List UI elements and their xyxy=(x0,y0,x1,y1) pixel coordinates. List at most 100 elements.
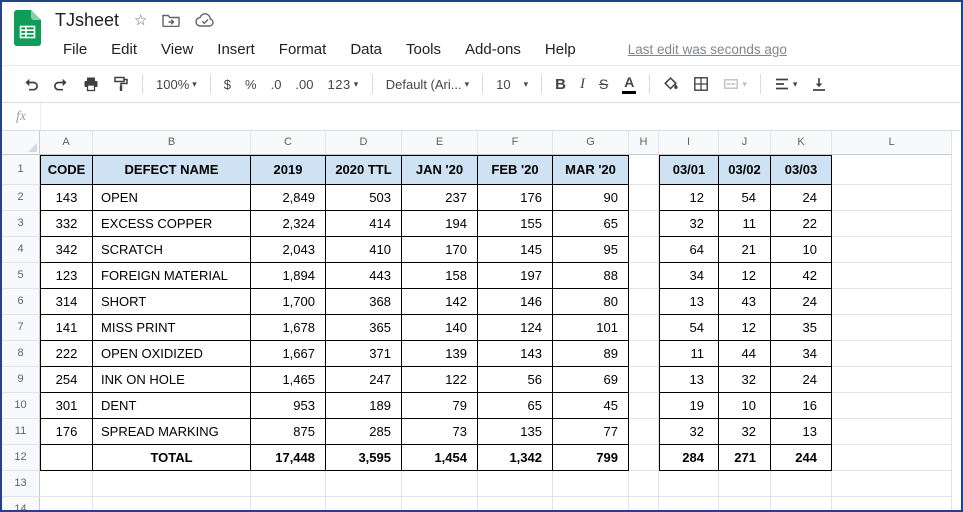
bold-button[interactable]: B xyxy=(548,71,573,97)
cell-J9[interactable]: 32 xyxy=(719,367,771,393)
cell-J10[interactable]: 10 xyxy=(719,393,771,419)
cell-K11[interactable]: 13 xyxy=(771,419,832,445)
cell-A12[interactable] xyxy=(40,445,93,471)
cell-G5[interactable]: 88 xyxy=(553,263,629,289)
cell-K12[interactable]: 244 xyxy=(771,445,832,471)
document-title[interactable]: TJsheet xyxy=(55,10,119,31)
cell-H10[interactable] xyxy=(629,393,659,419)
cell-B8[interactable]: OPEN OXIDIZED xyxy=(93,341,251,367)
cell-K9[interactable]: 24 xyxy=(771,367,832,393)
cell-I8[interactable]: 11 xyxy=(659,341,719,367)
cell-D6[interactable]: 368 xyxy=(326,289,402,315)
borders-button[interactable] xyxy=(686,71,716,97)
cell-L4[interactable] xyxy=(832,237,952,263)
strikethrough-button[interactable]: S xyxy=(592,71,615,97)
redo-button[interactable] xyxy=(46,71,76,97)
cell-A10[interactable]: 301 xyxy=(40,393,93,419)
cell-J8[interactable]: 44 xyxy=(719,341,771,367)
cell-D8[interactable]: 371 xyxy=(326,341,402,367)
cell-I4[interactable]: 64 xyxy=(659,237,719,263)
cell-D11[interactable]: 285 xyxy=(326,419,402,445)
row-header-1[interactable]: 1 xyxy=(2,155,40,185)
cell-L9[interactable] xyxy=(832,367,952,393)
cell-C14[interactable] xyxy=(251,497,326,510)
menu-format[interactable]: Format xyxy=(279,41,327,58)
cell-C2[interactable]: 2,849 xyxy=(251,185,326,211)
cell-B13[interactable] xyxy=(93,471,251,497)
cell-F4[interactable]: 145 xyxy=(478,237,553,263)
cell-G14[interactable] xyxy=(553,497,629,510)
cell-B5[interactable]: FOREIGN MATERIAL xyxy=(93,263,251,289)
cell-A13[interactable] xyxy=(40,471,93,497)
menu-insert[interactable]: Insert xyxy=(217,41,255,58)
cell-K1[interactable]: 03/03 xyxy=(771,155,832,185)
cell-G2[interactable]: 90 xyxy=(553,185,629,211)
column-header-F[interactable]: F xyxy=(478,131,553,155)
cell-B10[interactable]: DENT xyxy=(93,393,251,419)
fill-color-button[interactable] xyxy=(656,71,686,97)
paint-format-button[interactable] xyxy=(106,71,136,97)
cell-J7[interactable]: 12 xyxy=(719,315,771,341)
cell-L11[interactable] xyxy=(832,419,952,445)
cell-E8[interactable]: 139 xyxy=(402,341,478,367)
cell-H11[interactable] xyxy=(629,419,659,445)
cell-J2[interactable]: 54 xyxy=(719,185,771,211)
cell-D4[interactable]: 410 xyxy=(326,237,402,263)
cell-L8[interactable] xyxy=(832,341,952,367)
column-header-E[interactable]: E xyxy=(402,131,478,155)
column-header-J[interactable]: J xyxy=(719,131,771,155)
cell-D5[interactable]: 443 xyxy=(326,263,402,289)
cell-C13[interactable] xyxy=(251,471,326,497)
horizontal-align-button[interactable]: ▾ xyxy=(767,71,805,97)
cell-I13[interactable] xyxy=(659,471,719,497)
decrease-decimal-button[interactable]: .0 xyxy=(264,71,289,97)
cell-D2[interactable]: 503 xyxy=(326,185,402,211)
cell-A6[interactable]: 314 xyxy=(40,289,93,315)
cell-C1[interactable]: 2019 xyxy=(251,155,326,185)
menu-data[interactable]: Data xyxy=(350,41,382,58)
row-header-8[interactable]: 8 xyxy=(2,341,40,367)
column-header-A[interactable]: A xyxy=(40,131,93,155)
cell-F2[interactable]: 176 xyxy=(478,185,553,211)
menu-tools[interactable]: Tools xyxy=(406,41,441,58)
cell-J1[interactable]: 03/02 xyxy=(719,155,771,185)
cell-C3[interactable]: 2,324 xyxy=(251,211,326,237)
cell-I7[interactable]: 54 xyxy=(659,315,719,341)
cell-L5[interactable] xyxy=(832,263,952,289)
cell-L13[interactable] xyxy=(832,471,952,497)
cell-H9[interactable] xyxy=(629,367,659,393)
cell-K5[interactable]: 42 xyxy=(771,263,832,289)
cell-E4[interactable]: 170 xyxy=(402,237,478,263)
cell-J4[interactable]: 21 xyxy=(719,237,771,263)
cell-F3[interactable]: 155 xyxy=(478,211,553,237)
cell-D1[interactable]: 2020 TTL xyxy=(326,155,402,185)
cell-B14[interactable] xyxy=(93,497,251,510)
cell-C7[interactable]: 1,678 xyxy=(251,315,326,341)
cell-G8[interactable]: 89 xyxy=(553,341,629,367)
cell-J13[interactable] xyxy=(719,471,771,497)
cell-J3[interactable]: 11 xyxy=(719,211,771,237)
cell-F13[interactable] xyxy=(478,471,553,497)
menu-edit[interactable]: Edit xyxy=(111,41,137,58)
cell-H7[interactable] xyxy=(629,315,659,341)
cell-K14[interactable] xyxy=(771,497,832,510)
cell-H5[interactable] xyxy=(629,263,659,289)
cell-B6[interactable]: SHORT xyxy=(93,289,251,315)
percent-format-button[interactable]: % xyxy=(238,71,264,97)
cell-E11[interactable]: 73 xyxy=(402,419,478,445)
cell-F11[interactable]: 135 xyxy=(478,419,553,445)
cell-I3[interactable]: 32 xyxy=(659,211,719,237)
cell-F14[interactable] xyxy=(478,497,553,510)
cell-F10[interactable]: 65 xyxy=(478,393,553,419)
cell-H14[interactable] xyxy=(629,497,659,510)
cell-H12[interactable] xyxy=(629,445,659,471)
cell-H13[interactable] xyxy=(629,471,659,497)
row-header-14[interactable]: 14 xyxy=(2,497,40,510)
cell-A2[interactable]: 143 xyxy=(40,185,93,211)
row-header-10[interactable]: 10 xyxy=(2,393,40,419)
cell-B3[interactable]: EXCESS COPPER xyxy=(93,211,251,237)
cell-C5[interactable]: 1,894 xyxy=(251,263,326,289)
cell-D13[interactable] xyxy=(326,471,402,497)
cell-K2[interactable]: 24 xyxy=(771,185,832,211)
cell-B11[interactable]: SPREAD MARKING xyxy=(93,419,251,445)
